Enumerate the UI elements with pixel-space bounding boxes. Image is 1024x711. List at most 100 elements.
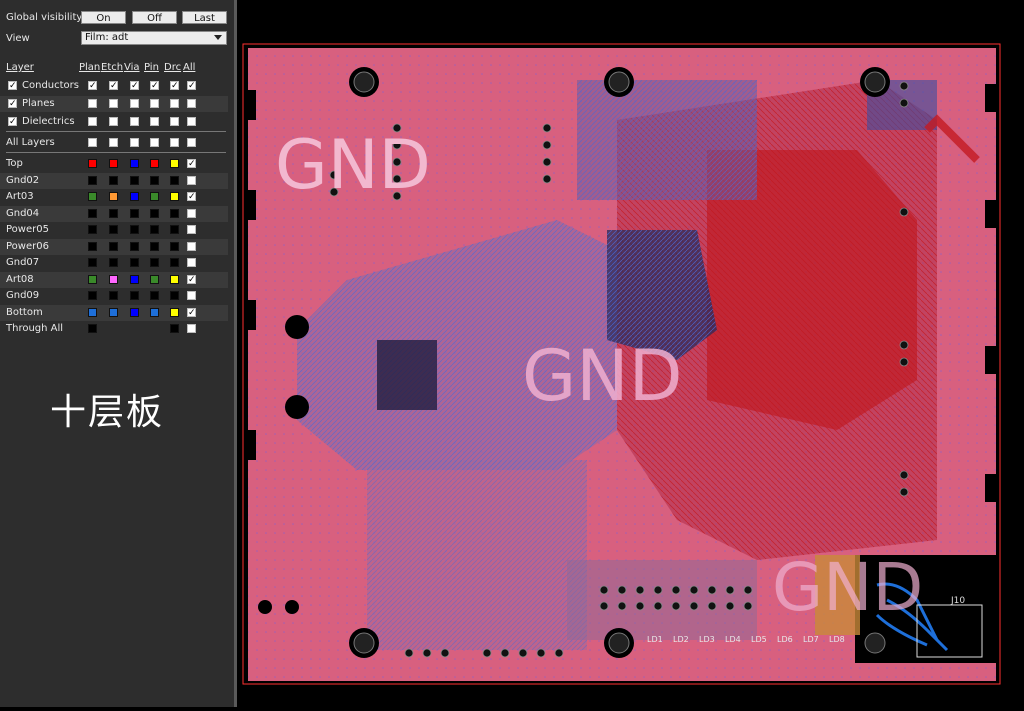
layer-color-swatch[interactable]: [88, 159, 97, 168]
layer-group-column-checkbox[interactable]: [109, 117, 118, 126]
layer-all-checkbox[interactable]: ✓: [187, 307, 196, 317]
layer-row[interactable]: Through All: [0, 321, 228, 337]
layer-row[interactable]: Art08 ✓: [0, 271, 228, 288]
pcb-canvas[interactable]: J10 LD1 LD2 LD3 LD4 LD5 LD6 LD7 LD8 GND …: [237, 0, 1024, 707]
layer-color-swatch[interactable]: [130, 225, 139, 234]
all-layers-checkbox[interactable]: [130, 138, 139, 147]
column-header-etch[interactable]: Etch: [101, 62, 123, 74]
column-header-pin[interactable]: Pin: [144, 62, 159, 74]
layer-color-swatch[interactable]: [109, 307, 118, 317]
layer-color-swatch[interactable]: [170, 208, 179, 218]
layer-color-swatch[interactable]: [170, 159, 179, 168]
layer-row[interactable]: Gnd04: [0, 205, 228, 222]
layer-color-swatch[interactable]: [170, 307, 179, 317]
layer-color-swatch[interactable]: [170, 274, 179, 284]
all-layers-checkbox[interactable]: [187, 138, 196, 147]
layer-color-swatch[interactable]: [170, 258, 179, 267]
layer-row[interactable]: Gnd09: [0, 288, 228, 304]
layer-all-checkbox[interactable]: ✓: [187, 274, 196, 284]
layer-color-swatch[interactable]: [150, 192, 159, 201]
layer-group-column-checkbox[interactable]: ✓: [170, 81, 179, 91]
layer-color-swatch[interactable]: [170, 291, 179, 300]
layer-group-column-checkbox[interactable]: [130, 99, 139, 108]
layer-color-swatch[interactable]: [88, 274, 97, 284]
layer-group-column-checkbox[interactable]: [88, 99, 97, 108]
layer-group-column-checkbox[interactable]: [170, 99, 179, 108]
layer-color-swatch[interactable]: [88, 241, 97, 251]
layer-group-column-checkbox[interactable]: [109, 99, 118, 108]
layer-all-checkbox[interactable]: [187, 225, 196, 234]
layer-group-column-checkbox[interactable]: [170, 117, 179, 126]
layer-group-column-checkbox[interactable]: ✓: [109, 81, 118, 91]
layer-color-swatch[interactable]: [130, 274, 139, 284]
layer-color-swatch[interactable]: [130, 159, 139, 168]
all-layers-checkbox[interactable]: [88, 138, 97, 147]
layer-all-checkbox[interactable]: [187, 175, 196, 185]
layer-color-swatch[interactable]: [130, 291, 139, 300]
layer-color-swatch[interactable]: [150, 258, 159, 267]
layer-group-column-checkbox[interactable]: [88, 117, 97, 126]
layer-group-column-checkbox[interactable]: ✓: [88, 81, 97, 91]
column-header-all[interactable]: All: [183, 62, 195, 74]
column-header-drc[interactable]: Drc: [164, 62, 181, 74]
layer-color-swatch[interactable]: [88, 208, 97, 218]
layer-group-column-checkbox[interactable]: ✓: [130, 81, 139, 91]
layer-all-checkbox[interactable]: [187, 241, 196, 251]
view-dropdown[interactable]: Film: adt: [81, 31, 227, 45]
layer-group-checkbox[interactable]: ✓: [8, 81, 17, 91]
layer-color-swatch[interactable]: [170, 241, 179, 251]
layer-color-swatch[interactable]: [88, 192, 97, 201]
layer-row[interactable]: Power05: [0, 222, 228, 238]
layer-color-swatch[interactable]: [150, 225, 159, 234]
layer-color-swatch[interactable]: [150, 307, 159, 317]
layer-color-swatch[interactable]: [130, 192, 139, 201]
layer-row[interactable]: Gnd07: [0, 255, 228, 271]
layer-color-swatch[interactable]: [150, 208, 159, 218]
layer-group-checkbox[interactable]: ✓: [8, 117, 17, 127]
column-header-plan[interactable]: Plan: [79, 62, 100, 74]
column-header-via[interactable]: Via: [124, 62, 140, 74]
layer-group-column-checkbox[interactable]: [150, 99, 159, 108]
layer-all-checkbox[interactable]: [187, 208, 196, 218]
layer-row[interactable]: Top ✓: [0, 156, 228, 172]
all-layers-checkbox[interactable]: [170, 138, 179, 147]
layer-color-swatch[interactable]: [88, 175, 97, 185]
layer-color-swatch[interactable]: [109, 258, 118, 267]
layer-group-column-checkbox[interactable]: [187, 99, 196, 108]
layer-color-swatch[interactable]: [109, 241, 118, 251]
layer-color-swatch[interactable]: [109, 208, 118, 218]
layer-color-swatch[interactable]: [150, 241, 159, 251]
layer-color-swatch[interactable]: [170, 175, 179, 185]
layer-color-swatch[interactable]: [88, 258, 97, 267]
layer-all-checkbox[interactable]: ✓: [187, 192, 196, 202]
layer-color-swatch[interactable]: [150, 291, 159, 300]
layer-color-swatch[interactable]: [88, 324, 97, 333]
layer-color-swatch[interactable]: [150, 159, 159, 168]
layer-group-column-checkbox[interactable]: [187, 117, 196, 126]
layer-row[interactable]: Bottom ✓: [0, 304, 228, 321]
layer-color-swatch[interactable]: [88, 291, 97, 300]
layer-all-checkbox[interactable]: ✓: [187, 159, 196, 169]
layer-color-swatch[interactable]: [88, 307, 97, 317]
layer-color-swatch[interactable]: [130, 208, 139, 218]
layer-color-swatch[interactable]: [130, 241, 139, 251]
layer-group-column-checkbox[interactable]: ✓: [150, 81, 159, 91]
layer-group-column-checkbox[interactable]: [130, 117, 139, 126]
all-layers-checkbox[interactable]: [150, 138, 159, 147]
layer-color-swatch[interactable]: [150, 175, 159, 185]
layer-color-swatch[interactable]: [130, 307, 139, 317]
visibility-on-button[interactable]: On: [81, 11, 126, 24]
layer-all-checkbox[interactable]: [187, 291, 196, 300]
layer-color-swatch[interactable]: [109, 159, 118, 168]
layer-row[interactable]: Art03 ✓: [0, 189, 228, 205]
layer-color-swatch[interactable]: [88, 225, 97, 234]
layer-color-swatch[interactable]: [170, 324, 179, 333]
layer-color-swatch[interactable]: [130, 175, 139, 185]
all-layers-checkbox[interactable]: [109, 138, 118, 147]
layer-group-checkbox[interactable]: ✓: [8, 99, 17, 109]
layer-color-swatch[interactable]: [170, 225, 179, 234]
layer-all-checkbox[interactable]: [187, 258, 196, 267]
visibility-last-button[interactable]: Last: [182, 11, 227, 24]
layer-color-swatch[interactable]: [150, 274, 159, 284]
layer-color-swatch[interactable]: [170, 192, 179, 201]
